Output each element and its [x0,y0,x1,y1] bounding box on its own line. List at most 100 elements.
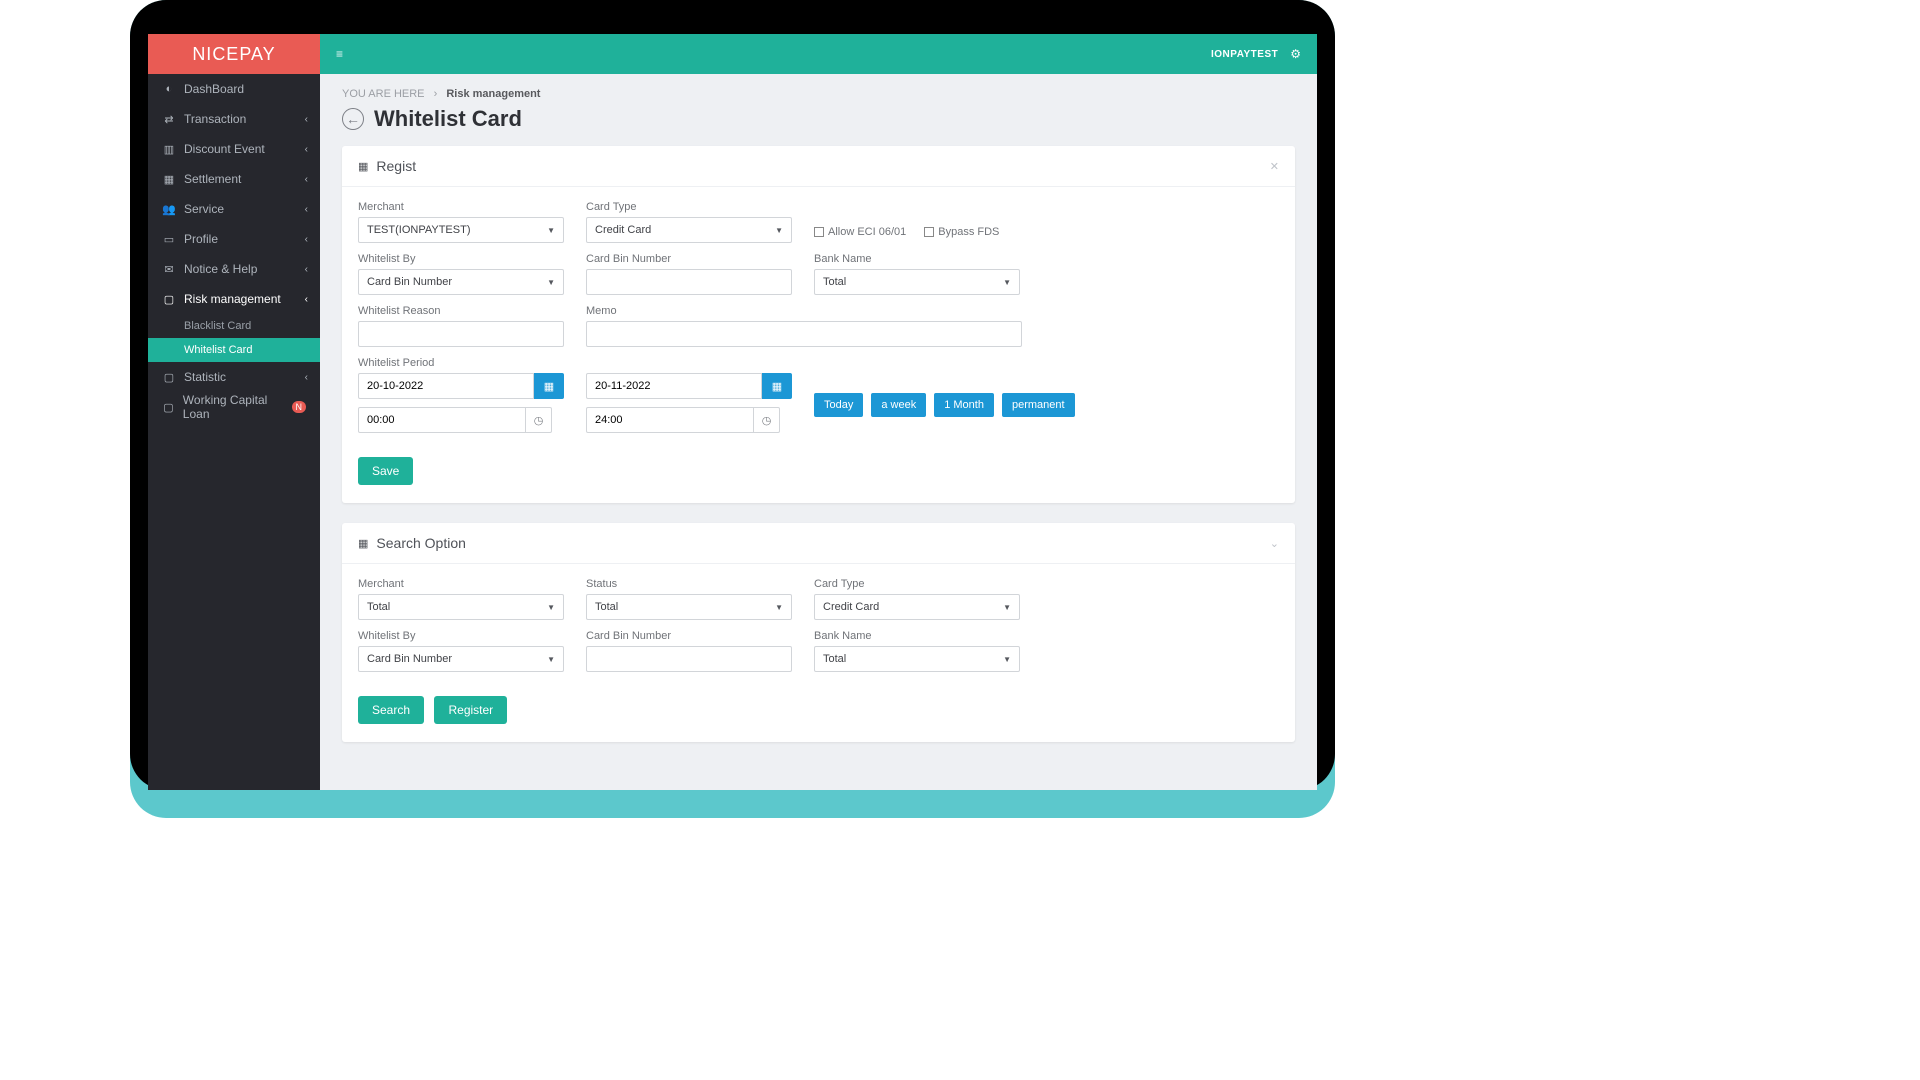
sidebar-item-statistic[interactable]: ▢Statistic‹ [148,362,320,392]
checkbox-label: Allow ECI 06/01 [828,226,906,238]
chevron-down-icon[interactable]: ⌄ [1270,537,1279,550]
chevron-left-icon: ‹ [305,294,308,305]
label-card-bin: Card Bin Number [586,253,792,265]
sidebar-item-label: Service [184,202,224,216]
input-date-from[interactable] [358,373,534,399]
main-area: ≡ IONPAYTEST ⚙ YOU ARE HERE › Risk manag… [320,34,1317,790]
sidebar-item-label: Notice & Help [184,262,257,276]
gear-icon[interactable]: ⚙ [1290,47,1301,61]
select-value: Total [823,276,846,288]
label-card-bin2: Card Bin Number [586,630,792,642]
chevron-down-icon: ▼ [1003,655,1011,664]
select-search-card-type[interactable]: Credit Card▼ [814,594,1020,620]
quick-month[interactable]: 1 Month [934,393,994,417]
panel-body-search: Merchant Total▼ Status Total▼ Card Type … [342,564,1295,742]
calendar-button-to[interactable]: ▦ [762,373,792,399]
sidebar-item-settlement[interactable]: ▦Settlement‹ [148,164,320,194]
sidebar-subitem-label: Whitelist Card [184,344,252,356]
panel-title: Regist [376,158,416,174]
brand-logo: NICEPAY [148,34,320,74]
register-button[interactable]: Register [434,696,507,724]
breadcrumb: YOU ARE HERE › Risk management [342,88,1295,100]
select-search-bank-name[interactable]: Total ▼ [814,646,1020,672]
sidebar-subitem-whitelist[interactable]: Whitelist Card [148,338,320,362]
select-search-merchant[interactable]: Total▼ [358,594,564,620]
select-value: Total [367,601,390,613]
sidebar-item-transaction[interactable]: ⇄Transaction‹ [148,104,320,134]
input-card-bin[interactable] [586,269,792,295]
select-value: Credit Card [823,601,879,613]
chevron-down-icon: ▼ [547,655,555,664]
search-button[interactable]: Search [358,696,424,724]
quick-today[interactable]: Today [814,393,863,417]
chevron-down-icon: ▼ [547,226,555,235]
select-card-type[interactable]: Credit Card▼ [586,217,792,243]
select-bank-name[interactable]: Total▼ [814,269,1020,295]
topbar: ≡ IONPAYTEST ⚙ [320,34,1317,74]
folder-icon: ▢ [162,371,176,384]
label-period: Whitelist Period [358,357,564,369]
sidebar-item-notice[interactable]: ✉Notice & Help‹ [148,254,320,284]
sidebar-item-profile[interactable]: ▭Profile‹ [148,224,320,254]
panel-body-regist: Merchant TEST(IONPAYTEST)▼ Card Type Cre… [342,187,1295,503]
chevron-down-icon: ▼ [547,278,555,287]
input-time-to[interactable] [586,407,754,433]
people-icon: 👥 [162,203,176,216]
label-card-type: Card Type [586,201,792,213]
select-value: Card Bin Number [367,276,452,288]
chevron-left-icon: ‹ [305,204,308,215]
topbar-user[interactable]: IONPAYTEST [1211,49,1278,60]
menu-toggle-icon[interactable]: ≡ [336,47,343,61]
transaction-icon: ⇄ [162,113,176,126]
sidebar-item-label: Statistic [184,370,226,384]
sidebar-item-service[interactable]: 👥 Service ‹ [148,194,320,224]
monitor-icon: ▭ [162,233,176,246]
input-reason[interactable] [358,321,564,347]
label-merchant2: Merchant [358,578,564,590]
checkbox-allow-eci[interactable]: Allow ECI 06/01 [814,226,906,238]
select-value: Total [595,601,618,613]
select-search-whitelist-by[interactable]: Card Bin Number▼ [358,646,564,672]
checkbox-box [814,227,824,237]
back-button[interactable]: ← [342,108,364,130]
sidebar-item-dashboard[interactable]: ◐DashBoard [148,74,320,104]
device-frame: NICEPAY ◐DashBoard ⇄Transaction‹ ▥Discou… [130,0,1335,790]
sidebar-item-risk[interactable]: ▢Risk management‹ [148,284,320,314]
select-value: Credit Card [595,224,651,236]
clock-button-to[interactable]: ◷ [754,407,780,433]
clock-button-from[interactable]: ◷ [526,407,552,433]
chat-icon: ✉ [162,263,176,276]
checkbox-label: Bypass FDS [938,226,999,238]
sidebar-item-discount[interactable]: ▥Discount Event‹ [148,134,320,164]
checkbox-bypass-fds[interactable]: Bypass FDS [924,226,999,238]
sidebar-subitem-blacklist[interactable]: Blacklist Card [148,314,320,338]
sidebar-item-label: Settlement [184,172,241,186]
chevron-left-icon: ‹ [305,114,308,125]
new-badge: N [292,401,307,413]
select-merchant[interactable]: TEST(IONPAYTEST)▼ [358,217,564,243]
quick-permanent[interactable]: permanent [1002,393,1075,417]
input-date-to[interactable] [586,373,762,399]
chevron-down-icon: ▼ [775,603,783,612]
grid-icon: ▦ [358,537,368,550]
quick-week[interactable]: a week [871,393,926,417]
input-search-card-bin[interactable] [586,646,792,672]
chevron-left-icon: ‹ [305,234,308,245]
calendar-icon: ▦ [162,173,176,186]
save-button[interactable]: Save [358,457,413,485]
select-value: Total [823,653,846,665]
chevron-right-icon: › [434,88,438,100]
calendar-button-from[interactable]: ▦ [534,373,564,399]
label-reason: Whitelist Reason [358,305,564,317]
sidebar-item-label: Discount Event [184,142,265,156]
panel-title: Search Option [376,535,466,551]
label-period-to [586,357,792,369]
breadcrumb-prefix: YOU ARE HERE [342,88,425,100]
input-memo[interactable] [586,321,1022,347]
close-icon[interactable]: ✕ [1270,160,1279,173]
sidebar-item-loan[interactable]: ▢Working Capital LoanN [148,392,320,422]
select-search-status[interactable]: Total ▼ [586,594,792,620]
input-time-from[interactable] [358,407,526,433]
sidebar-item-label: Risk management [184,292,281,306]
select-whitelist-by[interactable]: Card Bin Number ▼ [358,269,564,295]
